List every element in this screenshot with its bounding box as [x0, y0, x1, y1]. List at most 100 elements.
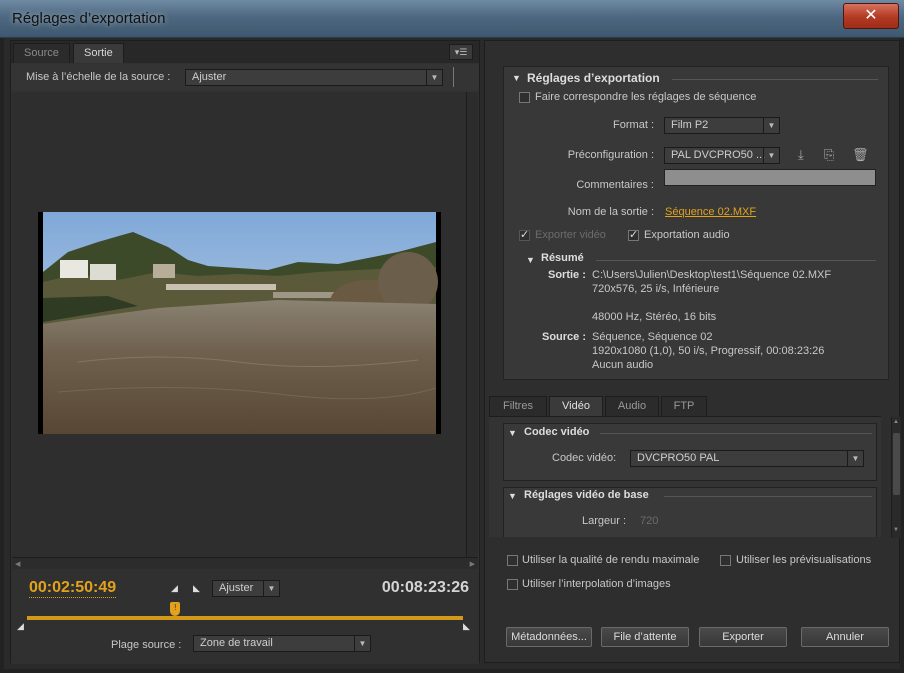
metadata-button[interactable]: Métadonnées... — [506, 627, 592, 647]
set-out-point-icon[interactable]: ◣ — [193, 583, 200, 594]
tab-filters[interactable]: Filtres — [489, 396, 547, 416]
export-settings-section: ▼ Réglages d’exportation Faire correspon… — [503, 66, 889, 380]
output-name-link[interactable]: Séquence 02.MXF — [665, 206, 756, 218]
scroll-up-icon: ▲ — [893, 419, 899, 425]
delete-preset-icon[interactable]: 🗑 — [852, 147, 869, 163]
scroll-down-icon: ▼ — [893, 527, 899, 533]
match-sequence-label: Faire correspondre les réglages de séque… — [535, 91, 757, 103]
out-point-marker-icon[interactable]: ◣ — [463, 621, 470, 632]
preview-tabs: Source Sortie ▾☰ — [11, 41, 479, 63]
settings-panel: ▼ Réglages d’exportation Faire correspon… — [484, 40, 901, 663]
queue-button[interactable]: File d’attente — [601, 627, 689, 647]
close-icon: ✕ — [864, 7, 878, 24]
export-video-label: Exporter vidéo — [535, 229, 606, 241]
summary-output-line: C:\Users\Julien\Desktop\test1\Séquence 0… — [592, 269, 832, 281]
export-audio-label: Exportation audio — [644, 229, 730, 241]
panel-menu-button[interactable]: ▾☰ — [449, 44, 473, 60]
chevron-down-icon: ▼ — [847, 451, 863, 466]
frame-blending-checkbox[interactable] — [507, 579, 518, 590]
summary-output-label: Sortie : — [548, 269, 586, 281]
frame-blending-label: Utiliser l’interpolation d’images — [522, 578, 671, 590]
video-codec-label: Codec vidéo: — [552, 452, 617, 464]
output-name-label: Nom de la sortie : — [567, 206, 654, 218]
collapse-triangle-icon[interactable]: ▼ — [526, 255, 535, 265]
format-value: Film P2 — [671, 119, 709, 131]
video-codec-title: Codec vidéo — [524, 426, 590, 438]
collapse-triangle-icon[interactable]: ▼ — [512, 73, 521, 83]
set-in-point-icon[interactable]: ◢ — [171, 583, 178, 594]
summary-source-line: 1920x1080 (1,0), 50 i/s, Progressif, 00:… — [592, 345, 825, 357]
width-value[interactable]: 720 — [640, 515, 658, 527]
duration-timecode: 00:08:23:26 — [381, 579, 469, 596]
panel-menu-icon: ▾☰ — [454, 47, 468, 57]
tab-output[interactable]: Sortie — [73, 43, 124, 63]
divider — [600, 433, 872, 434]
scrollbar-thumb[interactable] — [893, 433, 900, 495]
video-codec-value: DVCPRO50 PAL — [637, 452, 720, 464]
in-point-marker-icon[interactable]: ◢ — [17, 621, 24, 632]
use-previews-checkbox[interactable] — [720, 555, 731, 566]
match-sequence-checkbox[interactable] — [519, 92, 530, 103]
tab-video[interactable]: Vidéo — [549, 396, 603, 416]
chevron-down-icon: ▼ — [763, 118, 779, 133]
import-preset-icon[interactable]: ⎘ — [824, 147, 834, 163]
tab-ftp[interactable]: FTP — [661, 396, 707, 416]
format-dropdown[interactable]: Film P2 ▼ — [664, 117, 780, 134]
collapse-triangle-icon[interactable]: ▼ — [508, 428, 517, 438]
tab-audio[interactable]: Audio — [605, 396, 659, 416]
max-render-quality-checkbox[interactable] — [507, 555, 518, 566]
zoom-dropdown[interactable]: Ajuster ▼ — [212, 580, 280, 597]
timeline-track[interactable] — [27, 616, 463, 620]
width-label: Largeur : — [582, 515, 627, 527]
preset-value: PAL DVCPRO50 ... — [671, 149, 766, 161]
preview-vertical-scrollbar[interactable] — [466, 92, 478, 557]
chevron-down-icon: ▼ — [263, 581, 279, 596]
basic-video-settings-section: ▼ Réglages vidéo de base Largeur : 720 — [503, 487, 877, 537]
source-scaling-label: Mise à l’échelle de la source : — [26, 71, 171, 83]
playhead-handle[interactable]: ! — [170, 602, 181, 616]
basic-video-settings-title: Réglages vidéo de base — [524, 489, 649, 501]
preset-label: Préconfiguration : — [567, 149, 654, 161]
save-preset-icon[interactable]: ⤓ — [798, 147, 804, 163]
chevron-down-icon: ▼ — [763, 148, 779, 163]
close-button[interactable]: ✕ — [843, 3, 899, 29]
comments-input[interactable] — [664, 169, 876, 186]
settings-tabs: Filtres Vidéo Audio FTP — [489, 396, 899, 416]
chevron-down-icon: ▼ — [354, 636, 370, 651]
video-preview-frame — [38, 212, 441, 434]
divider — [664, 496, 872, 497]
divider — [453, 67, 454, 87]
playhead-icon: ! — [174, 603, 177, 612]
summary-output-line: 720x576, 25 i/s, Inférieure — [592, 283, 720, 295]
collapse-triangle-icon[interactable]: ▼ — [508, 491, 517, 501]
video-preview-area — [12, 92, 466, 557]
video-settings-area: ▼ Codec vidéo Codec vidéo: DVCPRO50 PAL … — [489, 416, 881, 537]
timeline-controls: 00:02:50:49 ◢ ◣ Ajuster ▼ 00:08:23:26 ! … — [11, 569, 479, 664]
settings-vertical-scrollbar[interactable]: ▲ ▼ — [891, 417, 901, 538]
current-timecode[interactable]: 00:02:50:49 — [29, 579, 117, 598]
window-title: Réglages d’exportation — [12, 10, 166, 27]
title-bar: Réglages d’exportation ✕ — [0, 0, 904, 38]
chevron-down-icon: ▼ — [426, 70, 442, 85]
source-scaling-row: Mise à l’échelle de la source : Ajuster … — [11, 64, 479, 90]
export-video-checkbox[interactable] — [519, 228, 530, 241]
comments-label: Commentaires : — [576, 179, 654, 191]
preset-dropdown[interactable]: PAL DVCPRO50 ... ▼ — [664, 147, 780, 164]
summary-source-line: Séquence, Séquence 02 — [592, 331, 713, 343]
scroll-left-icon: ◀ — [15, 561, 21, 568]
zoom-value: Ajuster — [219, 582, 254, 594]
scroll-right-icon: ▶ — [469, 561, 475, 568]
video-codec-dropdown[interactable]: DVCPRO50 PAL ▼ — [630, 450, 864, 467]
source-scaling-value: Ajuster — [192, 71, 227, 83]
summary-source-line: Aucun audio — [592, 359, 654, 371]
summary-output-line: 48000 Hz, Stéréo, 16 bits — [592, 311, 717, 323]
source-scaling-dropdown[interactable]: Ajuster ▼ — [185, 69, 443, 86]
cancel-button[interactable]: Annuler — [801, 627, 889, 647]
export-audio-checkbox[interactable] — [628, 228, 639, 241]
source-range-dropdown[interactable]: Zone de travail ▼ — [193, 635, 371, 652]
preview-horizontal-scrollbar[interactable]: ◀ ▶ — [12, 557, 478, 569]
preview-panel: Source Sortie ▾☰ Mise à l’échelle de la … — [10, 40, 480, 664]
summary-source-label: Source : — [542, 331, 587, 343]
tab-source[interactable]: Source — [13, 43, 70, 63]
export-button[interactable]: Exporter — [699, 627, 787, 647]
